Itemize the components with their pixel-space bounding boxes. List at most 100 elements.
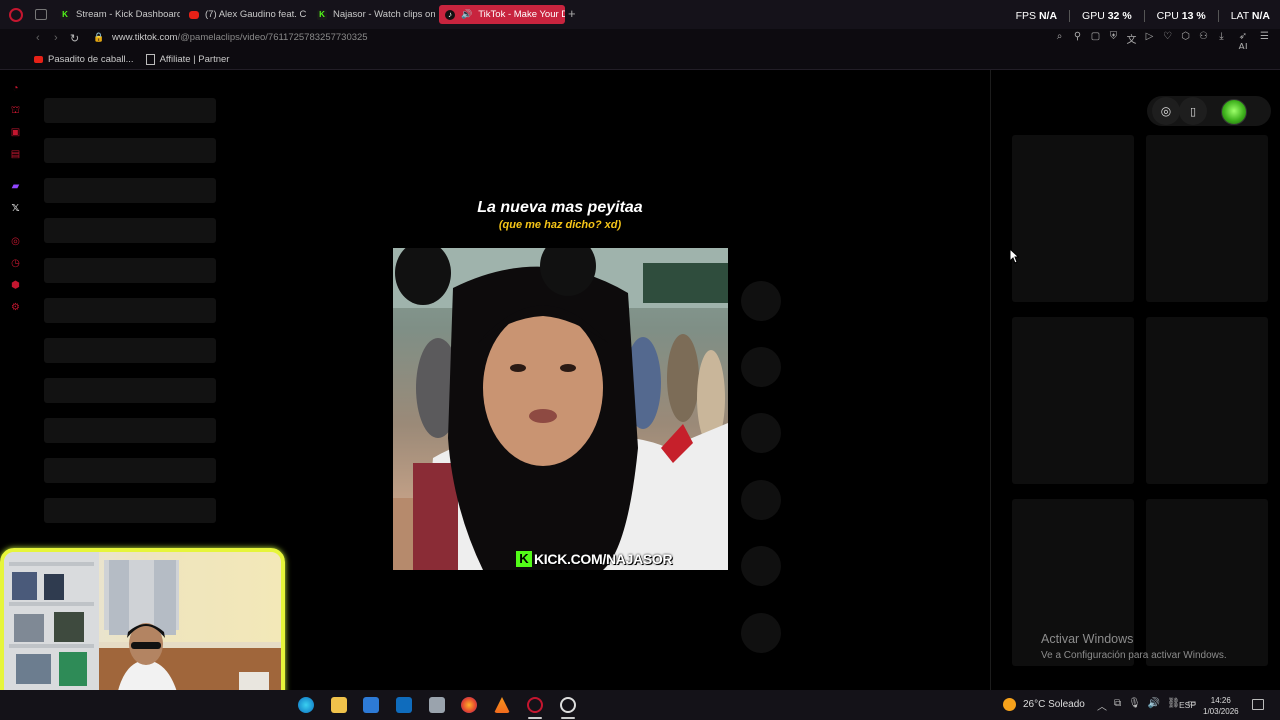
tab-label: Najasor - Watch clips on K xyxy=(333,9,435,20)
tiktok-icon: ♪ xyxy=(445,9,455,20)
fps-label: FPS xyxy=(1015,10,1037,22)
chevron-up-icon[interactable]: ︿ xyxy=(1097,698,1107,713)
url-host: www.tiktok.com xyxy=(112,32,178,43)
x-icon[interactable]: 𝕏 xyxy=(10,203,21,214)
microphone-icon[interactable]: 🎙 xyxy=(1128,698,1141,713)
video-thumb-placeholder[interactable] xyxy=(1012,135,1134,302)
divider xyxy=(1217,10,1219,22)
kick-icon: K xyxy=(317,9,327,20)
comment-button-placeholder[interactable] xyxy=(741,347,781,387)
clock[interactable]: 14:26 1/03/2026 xyxy=(1203,695,1239,717)
tab-bar: K Stream - Kick Dashboard (7) Alex Gaudi… xyxy=(0,0,1280,29)
nav-placeholder xyxy=(44,338,216,363)
video-caption-subtitle: (que me haz dicho? xd) xyxy=(498,219,622,231)
player-icon[interactable]: ◎ xyxy=(10,236,21,247)
windows-taskbar: 26°C Soleado ︿ ⧉ 🎙 🔊 ⛓ ▭ ESP 14:26 1/03/… xyxy=(0,690,1280,720)
active-app-indicator xyxy=(561,717,575,719)
twitch-icon[interactable]: ▰ xyxy=(10,181,21,192)
file-explorer-icon[interactable] xyxy=(331,697,347,713)
active-app-indicator xyxy=(528,717,542,719)
extensions-icon[interactable]: ⬢ xyxy=(10,280,21,291)
tab-kick-dashboard[interactable]: K Stream - Kick Dashboard xyxy=(54,5,180,24)
divider xyxy=(990,70,991,690)
share-button-placeholder[interactable] xyxy=(741,480,781,520)
kick-logo-icon: K xyxy=(516,551,532,567)
performance-stats: FPS N/A GPU 32 % CPU 13 % LAT N/A xyxy=(1016,10,1270,22)
tab-label: Stream - Kick Dashboard xyxy=(76,9,180,20)
url-field[interactable]: www.tiktok.com/@pamelaclips/video/761172… xyxy=(112,32,368,43)
nav-placeholder xyxy=(44,498,216,523)
speed-dial-icon[interactable]: ◔ xyxy=(10,83,21,94)
avatar[interactable] xyxy=(1221,99,1247,125)
fps-value: N/A xyxy=(1038,10,1058,22)
edge-icon[interactable] xyxy=(298,697,314,713)
divider xyxy=(1069,10,1071,22)
tab-youtube[interactable]: (7) Alex Gaudino feat. Cry xyxy=(183,5,307,24)
nav-placeholder xyxy=(44,458,216,483)
weather-widget[interactable]: 26°C Soleado xyxy=(1003,698,1085,711)
like-button-placeholder[interactable] xyxy=(741,281,781,321)
more-button-placeholder[interactable] xyxy=(741,546,781,586)
obs-icon[interactable] xyxy=(560,697,576,713)
nav-placeholder xyxy=(44,98,216,123)
meet-icon[interactable]: ⧉ xyxy=(1114,698,1121,713)
tab-kick-clips[interactable]: K Najasor - Watch clips on K xyxy=(311,5,435,24)
watermark-text: KICK.COM/NAJASOR xyxy=(534,551,673,567)
messenger-icon[interactable]: ▣ xyxy=(10,127,21,138)
lock-icon[interactable]: 🔒 xyxy=(93,32,104,43)
music-button-placeholder[interactable] xyxy=(741,613,781,653)
cpu-label: CPU xyxy=(1156,10,1179,22)
nav-placeholder xyxy=(44,298,216,323)
app-icon[interactable] xyxy=(429,697,445,713)
back-icon[interactable]: ‹ xyxy=(36,32,40,44)
tab-label: (7) Alex Gaudino feat. Cry xyxy=(205,9,307,20)
video-thumb-placeholder[interactable] xyxy=(1146,317,1268,484)
bookmark-label: Pasadito de caball... xyxy=(48,53,134,65)
vlc-icon[interactable] xyxy=(494,697,510,713)
tab-label: TikTok - Make Your Da xyxy=(478,9,565,20)
nav-placeholder xyxy=(44,258,216,283)
opera-logo-icon[interactable] xyxy=(9,8,23,22)
settings-icon[interactable]: ⚙ xyxy=(10,302,21,313)
nav-placeholder xyxy=(44,378,216,403)
history-icon[interactable]: ◷ xyxy=(10,258,21,269)
cpu-value: 13 % xyxy=(1181,10,1206,22)
volume-icon[interactable]: 🔊 xyxy=(1148,698,1160,713)
firefox-icon[interactable] xyxy=(461,697,477,713)
video-player[interactable]: K KICK.COM/NAJASOR xyxy=(393,248,728,570)
video-frame xyxy=(393,248,728,570)
clock-date: 1/03/2026 xyxy=(1203,707,1239,716)
gpu-value: 32 % xyxy=(1107,10,1132,22)
bag-icon[interactable]: ⛫ xyxy=(10,105,21,116)
bookmark-button-placeholder[interactable] xyxy=(741,413,781,453)
bookmark-pasadito[interactable]: Pasadito de caball... xyxy=(34,54,134,65)
phone-icon[interactable]: ▯ xyxy=(1179,97,1207,125)
gpu-label: GPU xyxy=(1082,10,1105,22)
forward-icon[interactable]: › xyxy=(54,32,58,44)
language-indicator[interactable]: ESP xyxy=(1179,700,1196,710)
tab-tiktok[interactable]: ♪ 🔊 TikTok - Make Your Da xyxy=(439,5,565,24)
bookmark-affiliate[interactable]: Affiliate | Partner xyxy=(145,53,230,65)
bookmark-label: Affiliate | Partner xyxy=(159,53,230,65)
divider xyxy=(0,69,1280,70)
page-icon xyxy=(145,53,155,65)
store-icon[interactable] xyxy=(363,697,379,713)
windows-activation-notice: Activar Windows Ve a Configuración para … xyxy=(1041,632,1227,661)
news-icon[interactable]: ▤ xyxy=(10,149,21,160)
workspaces-icon[interactable] xyxy=(35,9,47,20)
outlook-icon[interactable] xyxy=(396,697,412,713)
nav-placeholder xyxy=(44,178,216,203)
video-thumb-placeholder[interactable] xyxy=(1146,135,1268,302)
reload-icon[interactable]: ↻ xyxy=(70,32,79,45)
new-tab-button[interactable]: + xyxy=(568,7,576,20)
compass-icon[interactable]: ◎ xyxy=(1152,97,1180,125)
url-path: /@pamelaclips/video/7611725783257730325 xyxy=(177,32,368,43)
nav-placeholder xyxy=(44,218,216,243)
speaker-icon[interactable]: 🔊 xyxy=(461,9,472,20)
notification-icon[interactable] xyxy=(1252,699,1264,710)
video-thumb-placeholder[interactable] xyxy=(1012,317,1134,484)
youtube-icon xyxy=(34,55,43,63)
address-bar: ‹ › ↻ 🔒 www.tiktok.com/@pamelaclips/vide… xyxy=(0,29,1280,53)
sun-icon xyxy=(1003,698,1016,711)
opera-icon[interactable] xyxy=(527,697,543,713)
